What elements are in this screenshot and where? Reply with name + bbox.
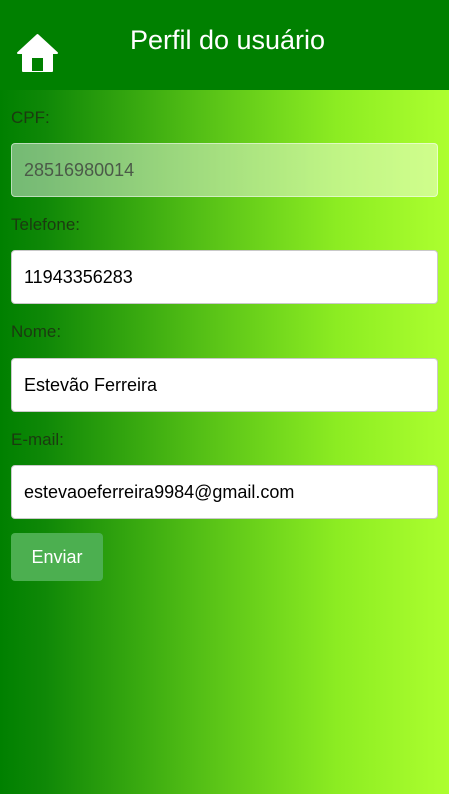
nome-label: Nome: (11, 322, 62, 341)
cpf-label: CPF: (11, 108, 50, 127)
telefone-field[interactable] (11, 250, 438, 304)
nome-field[interactable] (11, 358, 438, 412)
submit-button[interactable]: Enviar (11, 533, 103, 581)
email-field[interactable] (11, 465, 438, 519)
page-title: Perfil do usuário (129, 25, 326, 55)
email-label: E-mail: (11, 430, 64, 449)
telefone-label: Telefone: (11, 215, 80, 234)
cpf-field[interactable] (11, 143, 438, 197)
app-header: Perfil do usuário (0, 0, 449, 90)
